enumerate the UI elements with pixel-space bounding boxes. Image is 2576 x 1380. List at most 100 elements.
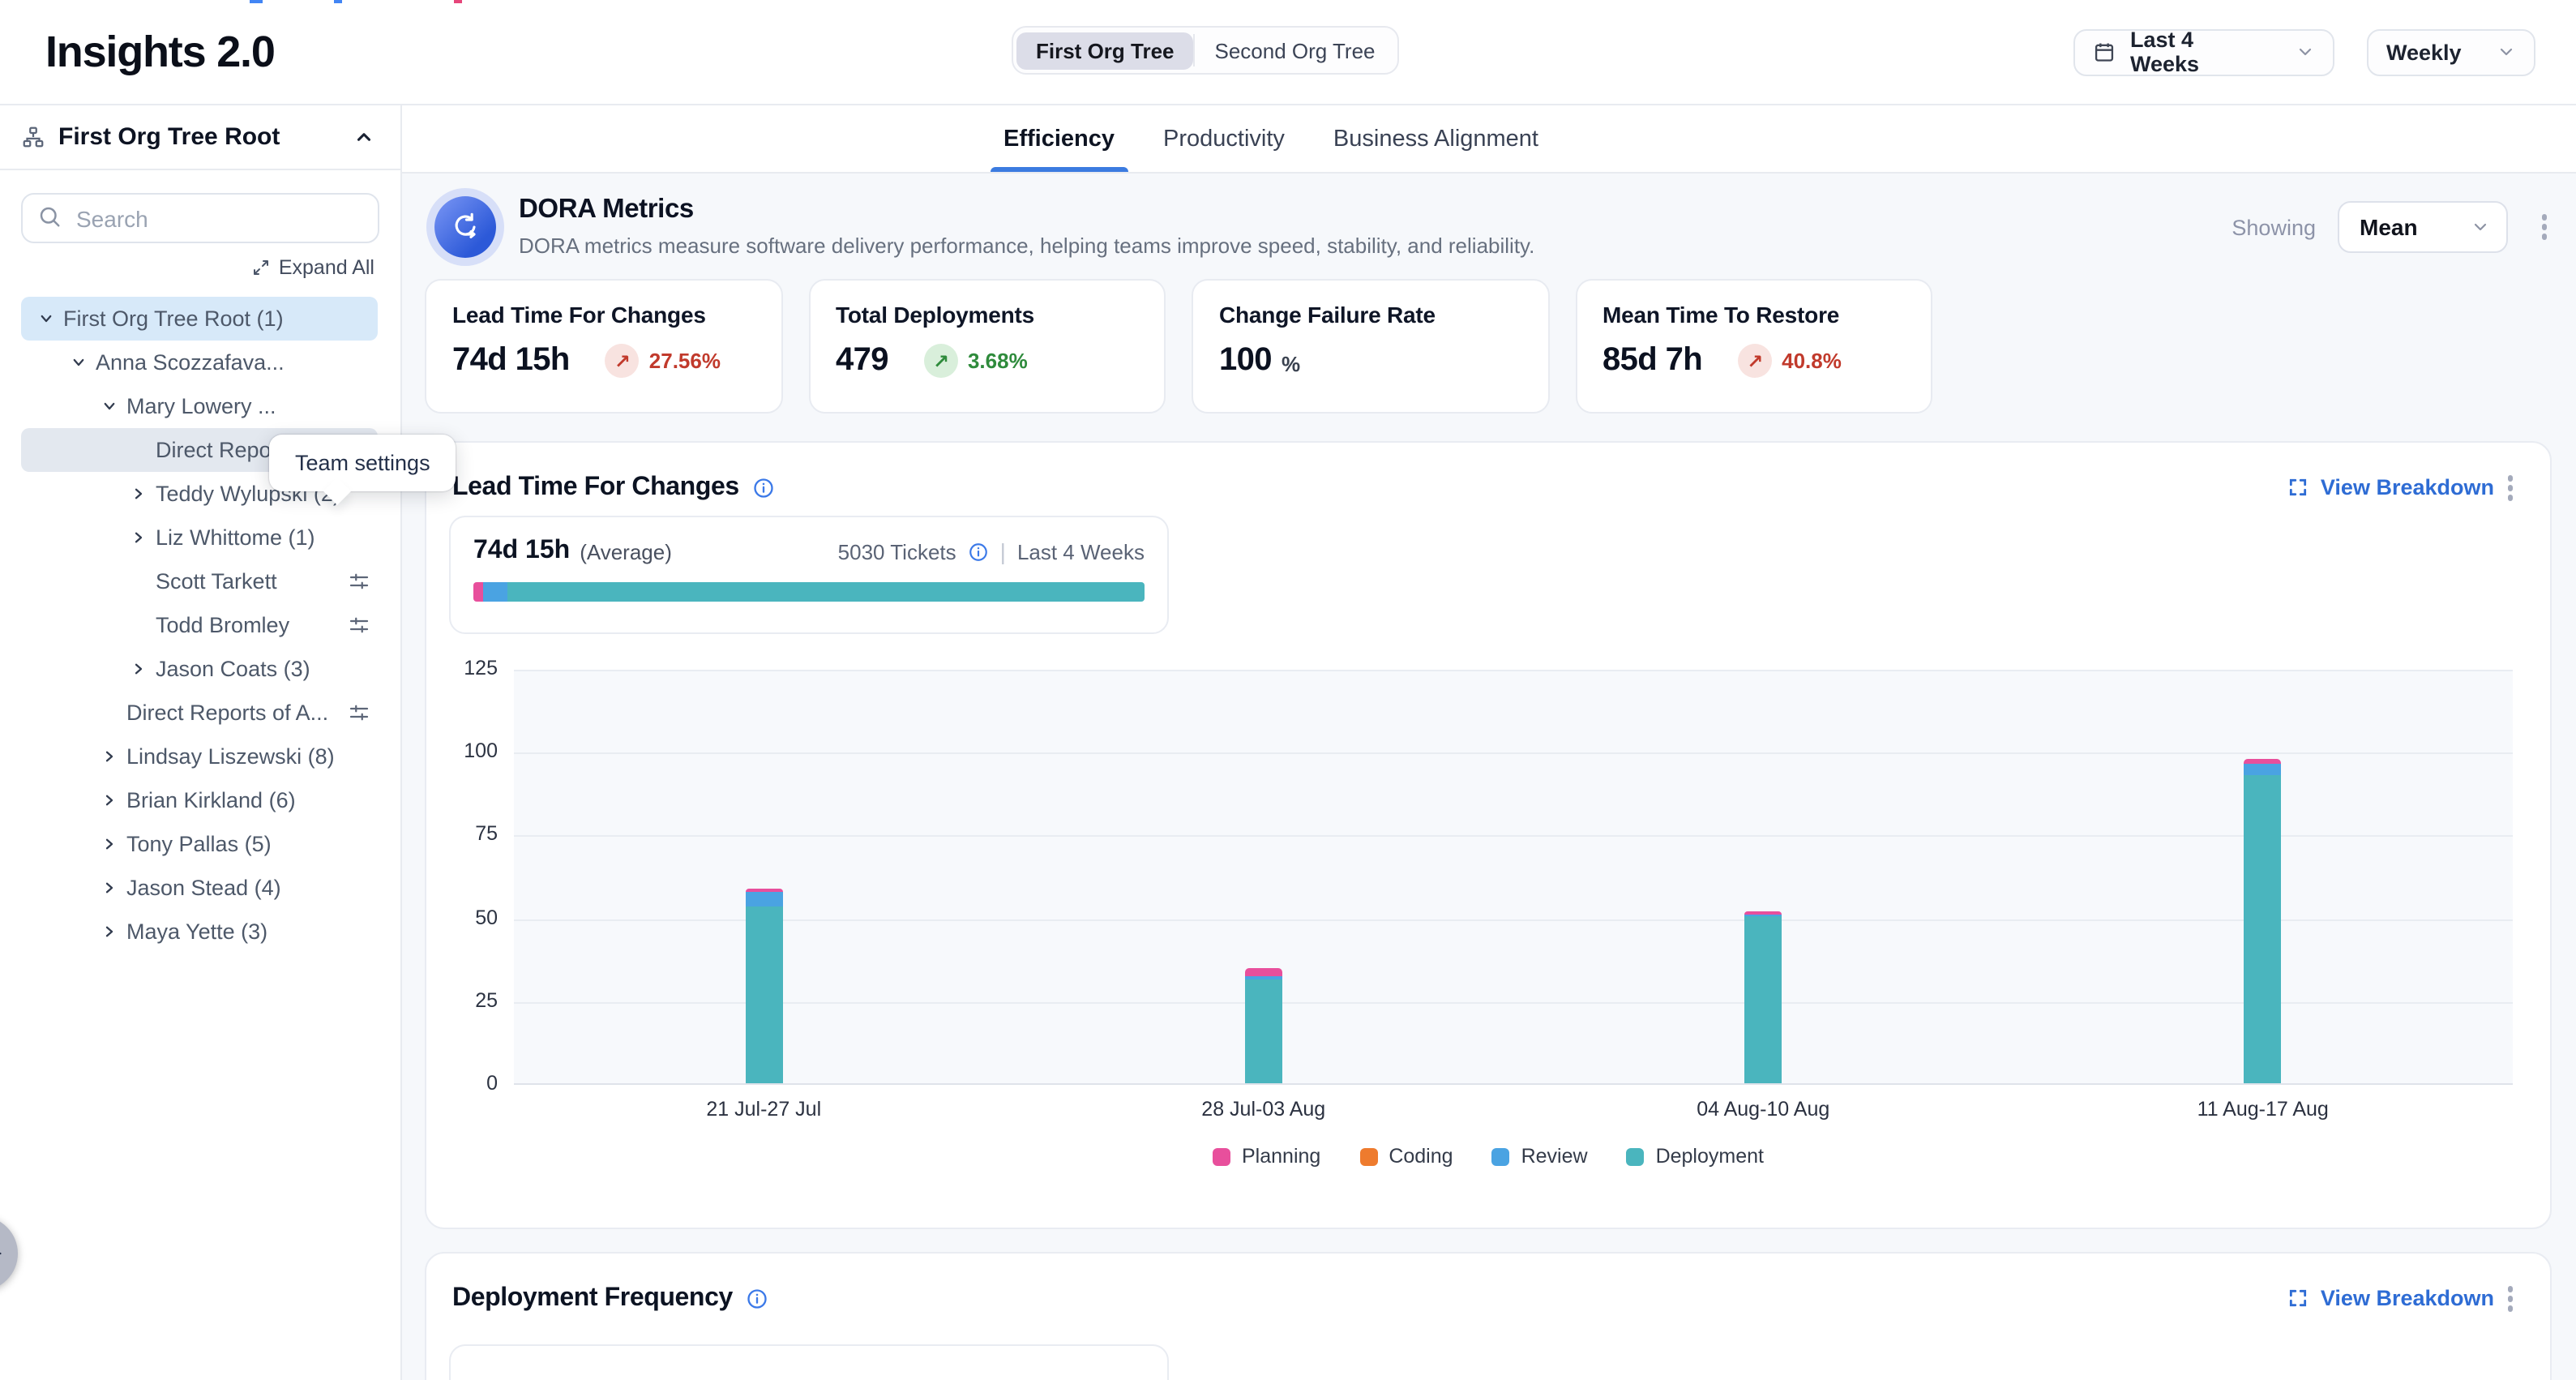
org-toggle-first[interactable]: First Org Tree	[1016, 32, 1194, 69]
stacked-bar-11-aug-17-aug[interactable]	[2244, 758, 2282, 1083]
deployment-menu-button[interactable]	[2502, 1281, 2518, 1316]
gridline	[514, 919, 2513, 920]
dora-menu-button[interactable]	[2536, 210, 2552, 245]
bar-segment-deployment	[508, 582, 1145, 602]
tree-item[interactable]: Liz Whittome (1)	[21, 516, 378, 559]
main-content: Efficiency Productivity Business Alignment…	[402, 105, 2576, 1380]
dora-header: DORA Metrics DORA metrics measure softwa…	[425, 195, 2552, 258]
tree-item-label: Mary Lowery ...	[126, 394, 276, 418]
gridline	[514, 836, 2513, 838]
info-icon[interactable]	[746, 1288, 768, 1310]
lead-time-chart: 21 Jul-27 Jul28 Jul-03 Aug04 Aug-10 Aug1…	[426, 670, 2550, 1085]
legend-label: Planning	[1242, 1145, 1320, 1168]
tree-item-label: Anna Scozzafava...	[96, 350, 285, 375]
view-breakdown-button[interactable]: View Breakdown	[2288, 1287, 2494, 1311]
dora-subtitle: DORA metrics measure software delivery p…	[519, 234, 1534, 258]
tree-item[interactable]: Tony Pallas (5)	[21, 822, 378, 866]
phase-distribution-bar	[473, 582, 1145, 602]
metric-unit: %	[1282, 352, 1300, 376]
chevron-down-icon	[2497, 42, 2516, 62]
metric-card: Total Deployments479↗3.68%	[808, 279, 1166, 414]
y-axis-tick: 125	[426, 657, 498, 679]
legend-label: Review	[1521, 1145, 1588, 1168]
info-icon[interactable]	[968, 541, 989, 562]
tabs-group: Efficiency Productivity Business Alignment	[1003, 105, 1538, 172]
browser-artifact	[334, 0, 342, 3]
y-axis-tick: 25	[426, 989, 498, 1012]
deployment-frequency-title: Deployment Frequency	[452, 1284, 733, 1314]
view-breakdown-button[interactable]: View Breakdown	[2288, 476, 2494, 500]
chevron-down-icon[interactable]	[71, 355, 96, 370]
metric-delta-badge: ↗40.8%	[1738, 344, 1842, 378]
tree-item[interactable]: Maya Yette (3)	[21, 910, 378, 954]
y-axis-tick: 0	[426, 1072, 498, 1095]
sidebar-collapse-button[interactable]	[350, 123, 378, 151]
chevron-right-icon[interactable]	[102, 837, 126, 851]
tree-item-label: Todd Bromley	[156, 613, 289, 637]
chevron-right-icon[interactable]	[102, 793, 126, 808]
team-settings-icon[interactable]	[347, 613, 371, 637]
legend-item-deployment[interactable]: Deployment	[1627, 1145, 1764, 1168]
expand-all-button[interactable]: Expand All	[0, 256, 374, 279]
tabs-bar: Efficiency Productivity Business Alignment	[402, 105, 2576, 174]
chevron-right-icon[interactable]	[102, 749, 126, 764]
legend-label: Deployment	[1656, 1145, 1764, 1168]
browser-artifact	[250, 0, 263, 3]
chevron-right-icon[interactable]	[102, 924, 126, 939]
page-title: Insights 2.0	[45, 27, 275, 77]
org-chart-icon	[21, 125, 45, 149]
legend-item-review[interactable]: Review	[1492, 1145, 1588, 1168]
tree-item[interactable]: First Org Tree Root (1)	[21, 297, 378, 341]
metric-label: Total Deployments	[836, 302, 1138, 328]
chevron-right-icon[interactable]	[131, 662, 156, 676]
tab-productivity[interactable]: Productivity	[1163, 105, 1285, 172]
chevron-down-icon[interactable]	[102, 399, 126, 414]
lead-time-menu-button[interactable]	[2502, 470, 2518, 505]
chevron-down-icon[interactable]	[39, 311, 63, 326]
aggregation-value: Mean	[2360, 214, 2418, 240]
expand-corners-icon	[2288, 1288, 2309, 1309]
tab-business-alignment[interactable]: Business Alignment	[1333, 105, 1538, 172]
tree-item[interactable]: Lindsay Liszewski (8)	[21, 735, 378, 778]
dora-cycle-icon	[434, 196, 496, 258]
info-icon[interactable]	[752, 477, 775, 499]
tree-item[interactable]: Mary Lowery ...	[21, 384, 378, 428]
tab-efficiency[interactable]: Efficiency	[1003, 105, 1115, 172]
date-range-select[interactable]: Last 4 Weeks	[2073, 28, 2334, 75]
metric-delta-value: 3.68%	[968, 349, 1028, 373]
stacked-bar-21-jul-27-jul[interactable]	[745, 889, 782, 1083]
tree-item[interactable]: Scott Tarkett	[21, 559, 378, 603]
chevron-right-icon[interactable]	[102, 881, 126, 895]
aggregation-select[interactable]: Mean	[2337, 201, 2507, 253]
bar-segment-planning	[473, 582, 484, 602]
chevron-right-icon[interactable]	[131, 486, 156, 501]
tree-item[interactable]: Anna Scozzafava...	[21, 341, 378, 384]
legend-item-planning[interactable]: Planning	[1213, 1145, 1320, 1168]
team-settings-icon[interactable]	[347, 701, 371, 725]
org-toggle-second[interactable]: Second Org Tree	[1196, 32, 1395, 69]
team-settings-icon[interactable]	[347, 569, 371, 594]
metric-value: 74d 15h	[452, 342, 570, 379]
tree-item[interactable]: Brian Kirkland (6)	[21, 778, 378, 822]
tree-item[interactable]: Jason Coats (3)	[21, 647, 378, 691]
search-input[interactable]	[21, 193, 379, 243]
org-tree-list: First Org Tree Root (1) Anna Scozzafava..…	[0, 297, 400, 954]
trend-up-icon: ↗	[1738, 344, 1772, 378]
stacked-bar-28-jul-03-aug[interactable]	[1245, 969, 1282, 1083]
tree-item-label: Tony Pallas (5)	[126, 832, 272, 856]
stacked-bar-04-aug-10-aug[interactable]	[1744, 911, 1782, 1083]
tree-item[interactable]: Jason Stead (4)	[21, 866, 378, 910]
tree-item[interactable]: Direct Reports of A...	[21, 691, 378, 735]
legend-item-coding[interactable]: Coding	[1359, 1145, 1453, 1168]
y-axis-tick: 100	[426, 739, 498, 762]
org-tree-sidebar: First Org Tree Root Expand All First Org…	[0, 105, 402, 1380]
lead-time-title: Lead Time For Changes	[452, 474, 739, 503]
granularity-select[interactable]: Weekly	[2367, 28, 2535, 75]
tree-item[interactable]: Todd Bromley	[21, 603, 378, 647]
calendar-icon	[2093, 41, 2116, 63]
metric-card: Lead Time For Changes74d 15h↗27.56%	[425, 279, 782, 414]
tree-item-label: Lindsay Liszewski (8)	[126, 744, 335, 769]
chevron-right-icon[interactable]	[131, 530, 156, 545]
bar-segment-deployment	[1245, 979, 1282, 1083]
efficiency-panel: DORA Metrics DORA metrics measure softwa…	[402, 174, 2576, 1380]
